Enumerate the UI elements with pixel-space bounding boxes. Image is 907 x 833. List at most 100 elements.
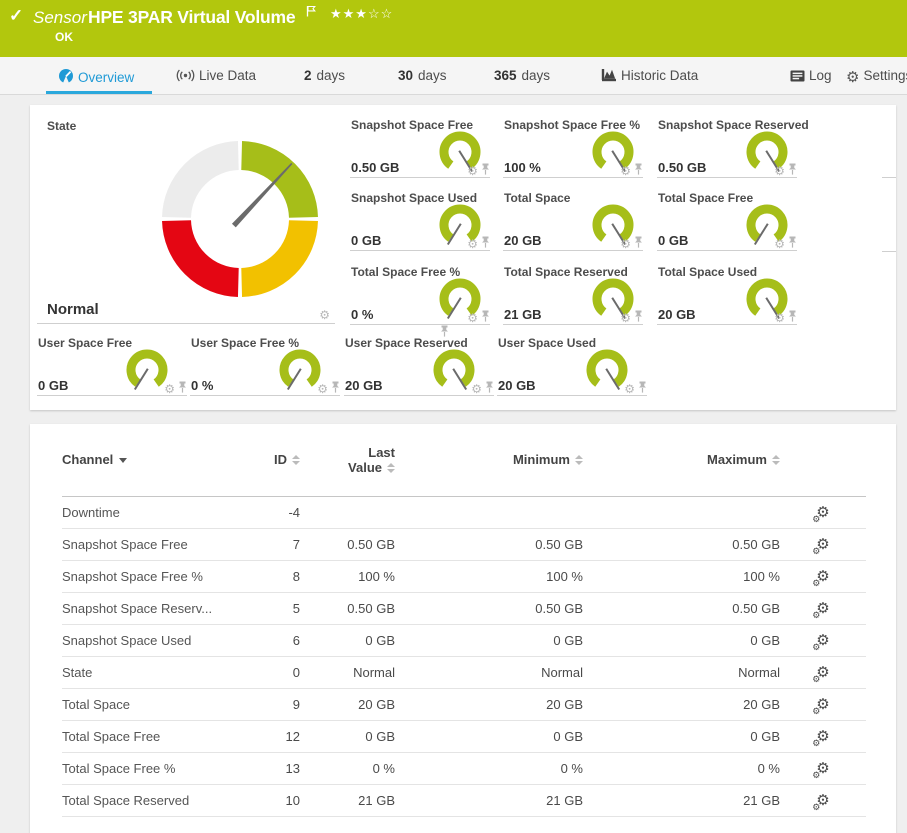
channel-settings-gear-icon[interactable]: ⚙⚙ [816, 729, 829, 744]
gear-icon[interactable]: ⚙ [317, 382, 328, 396]
table-row[interactable]: Snapshot Space Reserv... 5 0.50 GB 0.50 … [62, 592, 866, 624]
gear-icon[interactable]: ⚙ [164, 382, 175, 396]
tab-log[interactable]: Log [790, 68, 832, 88]
column-header-maximum[interactable]: Maximum [583, 424, 780, 496]
tab-30-days[interactable]: 30days [398, 68, 447, 88]
tab-label: days [317, 68, 346, 83]
channel-settings-gear-icon[interactable]: ⚙⚙ [816, 793, 829, 808]
pin-icon[interactable] [788, 163, 797, 175]
gauge-tile: Snapshot Space Reserved 0.50 GB ⚙ [657, 115, 797, 178]
sensor-title: HPE 3PAR Virtual Volume [88, 7, 295, 28]
gear-icon[interactable]: ⚙ [467, 164, 478, 178]
channel-settings-gear-icon[interactable]: ⚙⚙ [816, 505, 829, 520]
log-icon [790, 70, 805, 85]
gauge-tile: Total Space Reserved 21 GB ⚙ [503, 262, 643, 325]
channel-settings-gear-icon[interactable]: ⚙⚙ [816, 601, 829, 616]
column-header-minimum[interactable]: Minimum [395, 424, 583, 496]
cell-id: 7 [238, 528, 300, 560]
table-row[interactable]: Total Space Free % 13 0 % 0 % 0 % ⚙⚙ [62, 752, 866, 784]
gauge-tile: Snapshot Space Free 0.50 GB ⚙ [350, 115, 490, 178]
tab-historic-data[interactable]: Historic Data [601, 68, 698, 88]
column-header-last-value[interactable]: LastValue [300, 424, 395, 496]
tab-settings[interactable]: ⚙Settings [846, 68, 907, 88]
gear-icon[interactable]: ⚙ [774, 237, 785, 251]
pin-icon[interactable] [634, 310, 643, 322]
channel-settings-gear-icon[interactable]: ⚙⚙ [816, 665, 829, 680]
cell-last-value: 0 GB [300, 720, 395, 752]
gear-icon[interactable]: ⚙ [624, 382, 635, 396]
pin-icon[interactable] [481, 310, 490, 322]
pin-icon[interactable] [634, 163, 643, 175]
gear-icon[interactable]: ⚙ [471, 382, 482, 396]
gear-icon[interactable]: ⚙ [620, 164, 631, 178]
column-header-channel[interactable]: Channel [62, 424, 238, 496]
cell-channel: Total Space Free [62, 720, 238, 752]
active-tab-underline [46, 91, 152, 94]
cell-id: 10 [238, 784, 300, 816]
pin-icon[interactable] [634, 236, 643, 248]
gear-icon[interactable]: ⚙ [620, 311, 631, 325]
cell-channel: Snapshot Space Reserv... [62, 592, 238, 624]
cell-minimum: 0.50 GB [395, 528, 583, 560]
channel-settings-gear-icon[interactable]: ⚙⚙ [816, 697, 829, 712]
table-row[interactable]: Snapshot Space Free % 8 100 % 100 % 100 … [62, 560, 866, 592]
gear-icon[interactable]: ⚙ [620, 237, 631, 251]
tab-365-days[interactable]: 365days [494, 68, 550, 88]
cell-id: 8 [238, 560, 300, 592]
gear-icon[interactable]: ⚙ [319, 308, 330, 322]
gauge-value: 20 GB [345, 378, 383, 393]
tab-live-data[interactable]: Live Data [176, 68, 256, 88]
cell-channel: Downtime [62, 496, 238, 528]
table-row[interactable]: Snapshot Space Free 7 0.50 GB 0.50 GB 0.… [62, 528, 866, 560]
pin-icon[interactable] [331, 381, 340, 393]
cell-maximum: 0.50 GB [583, 592, 780, 624]
pin-icon[interactable] [788, 310, 797, 322]
gauge-value: 20 GB [504, 233, 542, 248]
table-row[interactable]: State 0 Normal Normal Normal ⚙⚙ [62, 656, 866, 688]
tab-label: Settings [863, 68, 907, 83]
gear-icon[interactable]: ⚙ [467, 237, 478, 251]
cell-id: 13 [238, 752, 300, 784]
cell-minimum: 20 GB [395, 688, 583, 720]
pin-icon[interactable] [481, 163, 490, 175]
table-row[interactable]: Total Space Free 12 0 GB 0 GB 0 GB ⚙⚙ [62, 720, 866, 752]
channel-settings-gear-icon[interactable]: ⚙⚙ [816, 633, 829, 648]
cell-id: 12 [238, 720, 300, 752]
column-header-id[interactable]: ID [238, 424, 300, 496]
cell-id: 0 [238, 656, 300, 688]
gear-icon[interactable]: ⚙ [774, 164, 785, 178]
channel-table: Channel ID LastValue Minimum Maximum Dow… [62, 424, 866, 817]
pin-icon[interactable] [178, 381, 187, 393]
pin-icon[interactable] [481, 236, 490, 248]
table-row[interactable]: Snapshot Space Used 6 0 GB 0 GB 0 GB ⚙⚙ [62, 624, 866, 656]
sort-icon [292, 455, 300, 465]
gauge-tile: Snapshot Space Free % 100 % ⚙ [503, 115, 643, 178]
table-row[interactable]: Downtime -4 ⚙⚙ [62, 496, 866, 528]
pin-icon[interactable] [485, 381, 494, 393]
priority-stars[interactable]: ★★★☆☆ [330, 6, 393, 22]
pin-icon[interactable] [638, 381, 647, 393]
cell-maximum: 100 % [583, 560, 780, 592]
tab-overview[interactable]: Overview [58, 68, 134, 88]
gauge-title: User Space Free [38, 336, 132, 350]
table-row[interactable]: Total Space 9 20 GB 20 GB 20 GB ⚙⚙ [62, 688, 866, 720]
table-row[interactable]: Total Space Reserved 10 21 GB 21 GB 21 G… [62, 784, 866, 816]
tab-2-days[interactable]: 2days [304, 68, 345, 88]
tile-divider-stub [882, 177, 896, 178]
tab-label: Historic Data [621, 68, 698, 83]
gauge-value: 21 GB [504, 307, 542, 322]
channel-settings-gear-icon[interactable]: ⚙⚙ [816, 761, 829, 776]
cell-minimum: 21 GB [395, 784, 583, 816]
gauge-tile: Total Space Used 20 GB ⚙ [657, 262, 797, 325]
gear-icon[interactable]: ⚙ [467, 311, 478, 325]
sort-icon [772, 455, 780, 465]
gear-icon[interactable]: ⚙ [774, 311, 785, 325]
state-tile-title: State [47, 119, 76, 133]
gauge-tile: Total Space Free % 0 % ⚙ [350, 262, 490, 325]
channel-settings-gear-icon[interactable]: ⚙⚙ [816, 537, 829, 552]
channel-settings-gear-icon[interactable]: ⚙⚙ [816, 569, 829, 584]
column-header-actions [780, 424, 866, 496]
cell-maximum: 0 GB [583, 624, 780, 656]
cell-last-value: 21 GB [300, 784, 395, 816]
pin-icon[interactable] [788, 236, 797, 248]
